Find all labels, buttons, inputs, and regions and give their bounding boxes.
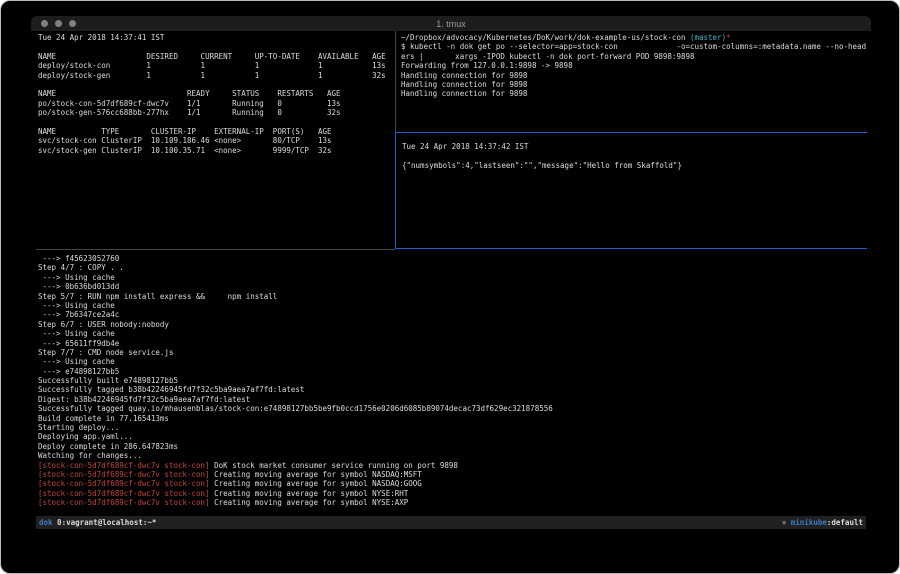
pane-bottom-skaffold-log[interactable]: ---> f45623052760Step 4/7 : COPY . . ---… [38,254,553,508]
terminal-line [402,151,682,160]
terminal-line: ---> Using cache [38,357,553,366]
terminal-line: ---> Using cache [38,273,553,282]
terminal-line: deploy/stock-con 1 1 1 1 13s [38,61,386,70]
terminal-line: ---> e74898127bb5 [38,367,553,376]
terminal-line: Deploying app.yaml... [38,432,553,441]
terminal-line: ---> f45623052760 [38,254,553,263]
tmux-status-bar: dok 0:vagrant@localhost:~* ⎈ minikube:de… [36,516,866,529]
terminal-line: Handling connection for 9898 [401,80,866,89]
helm-wheel-icon: ⎈ [782,518,791,527]
terminal-line: [stock-con-5d7df689cf-dwc7v stock-con] C… [38,498,553,507]
terminal-line: Step 7/7 : CMD node service.js [38,348,553,357]
window-title: 1. tmux [31,19,871,29]
pane-mid-right-content: Tue 24 Apr 2018 14:37:42 IST {"numsymbols… [402,142,682,170]
kube-namespace: :default [827,518,863,527]
kube-context: minikube [791,518,827,527]
pane-divider-horizontal[interactable] [36,249,395,250]
terminal-line: [stock-con-5d7df689cf-dwc7v stock-con] C… [38,470,553,479]
window-titlebar[interactable]: 1. tmux [31,16,871,31]
terminal-line: svc/stock-gen ClusterIP 10.100.35.71 <no… [38,146,386,155]
terminal-line: Handling connection for 9898 [401,89,866,98]
terminal-line: Step 5/7 : RUN npm install express && np… [38,292,553,301]
terminal-line: po/stock-gen-576cc688bb-277hx 1/1 Runnin… [38,108,386,117]
pane-divider-vertical[interactable] [395,31,396,132]
terminal-line: Forwarding from 127.0.0.1:9898 -> 9898 [401,61,866,70]
terminal-line: Successfully built e74898127bb5 [38,376,553,385]
terminal-line: Deploy complete in 286.647823ms [38,442,553,451]
terminal-line: ers | xargs -IPOD kubectl -n dok port-fo… [401,52,866,61]
session-name: dok [39,518,53,527]
terminal-line: Handling connection for 9898 [401,71,866,80]
pane-mid-right-active[interactable]: Tue 24 Apr 2018 14:37:42 IST {"numsymbols… [395,132,867,249]
terminal-line: $ kubectl -n dok get po --selector=app=s… [401,42,866,51]
terminal-line: Step 4/7 : COPY . . [38,263,553,272]
terminal-line: Build complete in 77.165413ms [38,414,553,423]
window-item[interactable]: 0:vagrant@localhost:~* [53,518,157,527]
terminal-line [38,42,386,51]
terminal-line: [stock-con-5d7df689cf-dwc7v stock-con] D… [38,461,553,470]
terminal-line: NAME READY STATUS RESTARTS AGE [38,89,386,98]
terminal-line: NAME TYPE CLUSTER-IP EXTERNAL-IP PORT(S)… [38,127,386,136]
terminal-line [38,80,386,89]
terminal-line: ---> Using cache [38,301,553,310]
terminal-line: Successfully tagged quay.io/mhausenblas/… [38,404,553,413]
terminal-window: 1. tmux Tue 24 Apr 2018 14:37:41 IST NAME… [31,16,871,536]
terminal-line: [stock-con-5d7df689cf-dwc7v stock-con] C… [38,479,553,488]
terminal-line: Digest: b38b42246945fd7f32c5ba9aea7af7fd… [38,395,553,404]
terminal-line: Tue 24 Apr 2018 14:37:41 IST [38,33,386,42]
terminal-line: Starting deploy... [38,423,553,432]
terminal-line: ---> Using cache [38,329,553,338]
terminal-line: ---> 7b6347ce2a4c [38,310,553,319]
terminal-line: ---> 65611ff9db4e [38,339,553,348]
terminal-line: svc/stock-con ClusterIP 10.109.186.46 <n… [38,136,386,145]
terminal-line [38,118,386,127]
terminal-line: Successfully tagged b38b42246945fd7f32c5… [38,385,553,394]
terminal-line: NAME DESIRED CURRENT UP-TO-DATE AVAILABL… [38,52,386,61]
terminal-line: deploy/stock-gen 1 1 1 1 32s [38,71,386,80]
pane-top-right-port-forward[interactable]: ~/Dropbox/advocacy/Kubernetes/DoK/work/d… [401,33,866,99]
pane-top-left-kubectl-output[interactable]: Tue 24 Apr 2018 14:37:41 IST NAME DESIRED… [38,33,386,155]
terminal-line: po/stock-con-5d7df689cf-dwc7v 1/1 Runnin… [38,99,386,108]
status-left: dok 0:vagrant@localhost:~* [39,516,156,529]
terminal-line: ---> 0b636bd013dd [38,282,553,291]
terminal-line: [stock-con-5d7df689cf-dwc7v stock-con] C… [38,489,553,498]
terminal-line: ~/Dropbox/advocacy/Kubernetes/DoK/work/d… [401,33,866,42]
terminal-line: {"numsymbols":4,"lastseen":"","message":… [402,161,682,170]
screenshot-frame: 1. tmux Tue 24 Apr 2018 14:37:41 IST NAME… [0,0,900,574]
status-right: ⎈ minikube:default [782,516,863,529]
terminal-line: Tue 24 Apr 2018 14:37:42 IST [402,142,682,151]
terminal-line: Step 6/7 : USER nobody:nobody [38,320,553,329]
terminal-line: Watching for changes... [38,451,553,460]
